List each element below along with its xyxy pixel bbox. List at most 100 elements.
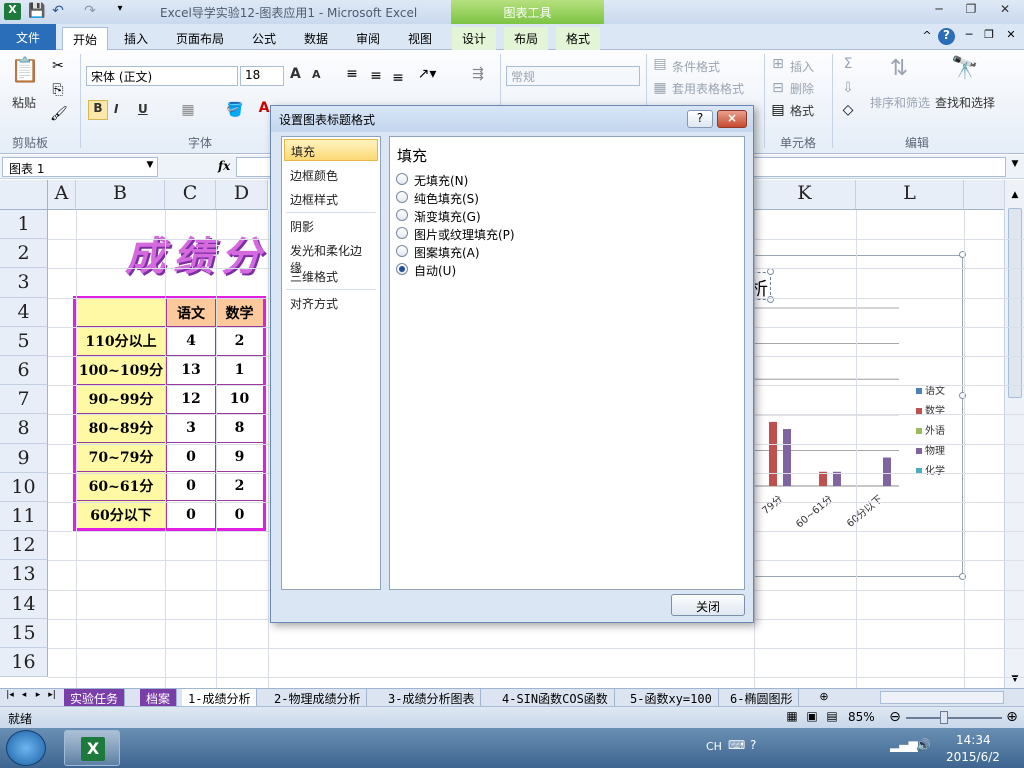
- restore-button[interactable]: ❐: [958, 2, 984, 20]
- language-indicator[interactable]: CH: [706, 740, 722, 753]
- delete-cells-icon[interactable]: ⊟: [770, 80, 786, 96]
- zoom-in-icon[interactable]: ⊕: [1005, 709, 1019, 725]
- table-cell[interactable]: 4: [166, 326, 216, 356]
- radio-button[interactable]: [396, 227, 408, 239]
- tab-file[interactable]: 文件: [0, 24, 56, 50]
- sort-filter-button[interactable]: 排序和筛选: [870, 94, 930, 111]
- dialog-title-bar[interactable]: 设置图表标题格式 ? ×: [271, 106, 753, 132]
- tab-format[interactable]: 格式: [556, 27, 601, 50]
- clear-icon[interactable]: ◇: [840, 102, 856, 118]
- font-name-combo[interactable]: 宋体 (正文): [86, 66, 238, 86]
- tab-insert[interactable]: 插入: [114, 27, 158, 50]
- table-cell[interactable]: 3: [166, 413, 216, 443]
- row-header[interactable]: 4: [0, 297, 48, 327]
- radio-button[interactable]: [396, 245, 408, 257]
- help-icon[interactable]: ?: [938, 28, 955, 45]
- copy-icon[interactable]: ⎘: [50, 82, 66, 98]
- dialog-help-button[interactable]: ?: [687, 110, 713, 128]
- table-cell[interactable]: 8: [215, 413, 265, 443]
- redo-icon[interactable]: ↷: [82, 3, 98, 19]
- table-cell[interactable]: 13: [166, 355, 216, 385]
- table-format-button[interactable]: 套用表格格式: [672, 80, 744, 97]
- row-header[interactable]: 9: [0, 443, 48, 473]
- name-box-dropdown-icon[interactable]: ▼: [144, 160, 156, 170]
- minimize-button[interactable]: ─: [926, 2, 952, 20]
- table-row-label[interactable]: 60~61分: [74, 471, 167, 501]
- save-icon[interactable]: 💾: [28, 3, 45, 19]
- table-cell[interactable]: 2: [215, 326, 265, 356]
- sheet-tab-6[interactable]: 6-椭圆图形: [724, 689, 800, 706]
- column-header-d[interactable]: D: [216, 180, 268, 210]
- scroll-up-icon[interactable]: ▲: [1009, 190, 1021, 200]
- first-sheet-icon[interactable]: |◂: [4, 690, 16, 700]
- row-header[interactable]: 1: [0, 210, 48, 240]
- keyboard-icon[interactable]: ⌨: [728, 738, 745, 752]
- autosum-icon[interactable]: Σ: [840, 56, 856, 72]
- nav-3d-format[interactable]: 三维格式: [284, 265, 378, 287]
- table-row-label[interactable]: 90~99分: [74, 384, 167, 414]
- tab-home[interactable]: 开始: [62, 27, 109, 50]
- sheet-tab-tasks[interactable]: 实验任务: [64, 689, 126, 706]
- orientation-icon[interactable]: ↗▾: [416, 66, 438, 82]
- underline-button[interactable]: U: [138, 102, 148, 116]
- row-header[interactable]: 6: [0, 356, 48, 386]
- zoom-out-icon[interactable]: ⊖: [888, 709, 902, 725]
- shrink-font-button[interactable]: A: [312, 68, 321, 81]
- zoom-slider-track[interactable]: [906, 717, 1002, 719]
- row-header[interactable]: 3: [0, 268, 48, 298]
- italic-button[interactable]: I: [114, 102, 118, 116]
- tab-page-layout[interactable]: 页面布局: [166, 27, 234, 50]
- row-header[interactable]: 10: [0, 472, 48, 502]
- table-cell[interactable]: 0: [166, 500, 216, 530]
- number-format-combo[interactable]: 常规: [506, 66, 640, 86]
- row-header[interactable]: 13: [0, 560, 48, 590]
- tab-formulas[interactable]: 公式: [242, 27, 286, 50]
- normal-view-icon[interactable]: ▦: [784, 709, 800, 723]
- scroll-thumb[interactable]: [1008, 208, 1022, 398]
- radio-button[interactable]: [396, 209, 408, 221]
- row-header[interactable]: 2: [0, 239, 48, 269]
- table-header-cell[interactable]: [74, 297, 167, 327]
- cut-icon[interactable]: ✂: [50, 58, 66, 74]
- table-cell[interactable]: 10: [215, 384, 265, 414]
- start-button[interactable]: [6, 730, 46, 766]
- table-row-label[interactable]: 70~79分: [74, 442, 167, 472]
- fill-icon[interactable]: ⇩: [840, 80, 856, 96]
- ime-help-icon[interactable]: ?: [750, 738, 756, 752]
- network-icon[interactable]: ▂▄▆: [890, 738, 918, 752]
- volume-icon[interactable]: 🔊: [916, 738, 931, 752]
- zoom-slider-thumb[interactable]: [940, 711, 948, 724]
- insert-cells-button[interactable]: 插入: [790, 58, 814, 75]
- tab-view[interactable]: 视图: [398, 27, 442, 50]
- close-window-button[interactable]: ✕: [992, 2, 1018, 20]
- table-header-cell[interactable]: 语文: [166, 297, 216, 327]
- sheet-tab-3[interactable]: 3-成绩分析图表: [382, 689, 482, 706]
- sheet-tab-4[interactable]: 4-SIN函数COS函数: [496, 689, 615, 706]
- column-header-k[interactable]: K: [754, 180, 856, 210]
- table-cell[interactable]: 12: [166, 384, 216, 414]
- delete-cells-button[interactable]: 删除: [790, 80, 814, 97]
- row-header[interactable]: 14: [0, 589, 48, 619]
- expand-formula-icon[interactable]: ▼: [1008, 159, 1022, 169]
- select-all-corner[interactable]: [0, 180, 48, 210]
- clock-date[interactable]: 2015/6/2: [946, 750, 1000, 764]
- paste-button[interactable]: 粘贴: [12, 94, 36, 111]
- insert-cells-icon[interactable]: ⊞: [770, 56, 786, 72]
- nav-glow-soft-edges[interactable]: 发光和柔化边缘: [284, 239, 378, 275]
- row-header[interactable]: 15: [0, 618, 48, 648]
- column-header-b[interactable]: B: [76, 180, 165, 210]
- vertical-scrollbar[interactable]: ▲ ▼: [1004, 180, 1024, 688]
- row-header[interactable]: 12: [0, 531, 48, 561]
- insert-sheet-icon[interactable]: ⊕: [816, 690, 832, 703]
- row-header[interactable]: 16: [0, 648, 48, 678]
- table-cell[interactable]: 2: [215, 471, 265, 501]
- tab-data[interactable]: 数据: [294, 27, 338, 50]
- last-sheet-icon[interactable]: ▸|: [46, 690, 58, 700]
- align-bottom-icon[interactable]: ≡: [390, 70, 406, 86]
- align-top-icon[interactable]: ≡: [344, 66, 360, 82]
- conditional-format-icon[interactable]: ▤: [652, 56, 668, 72]
- horizontal-scrollbar[interactable]: [880, 691, 1004, 704]
- scroll-down-icon[interactable]: ▼: [1009, 674, 1021, 684]
- next-sheet-icon[interactable]: ▸: [32, 690, 44, 700]
- radio-button[interactable]: [396, 173, 408, 185]
